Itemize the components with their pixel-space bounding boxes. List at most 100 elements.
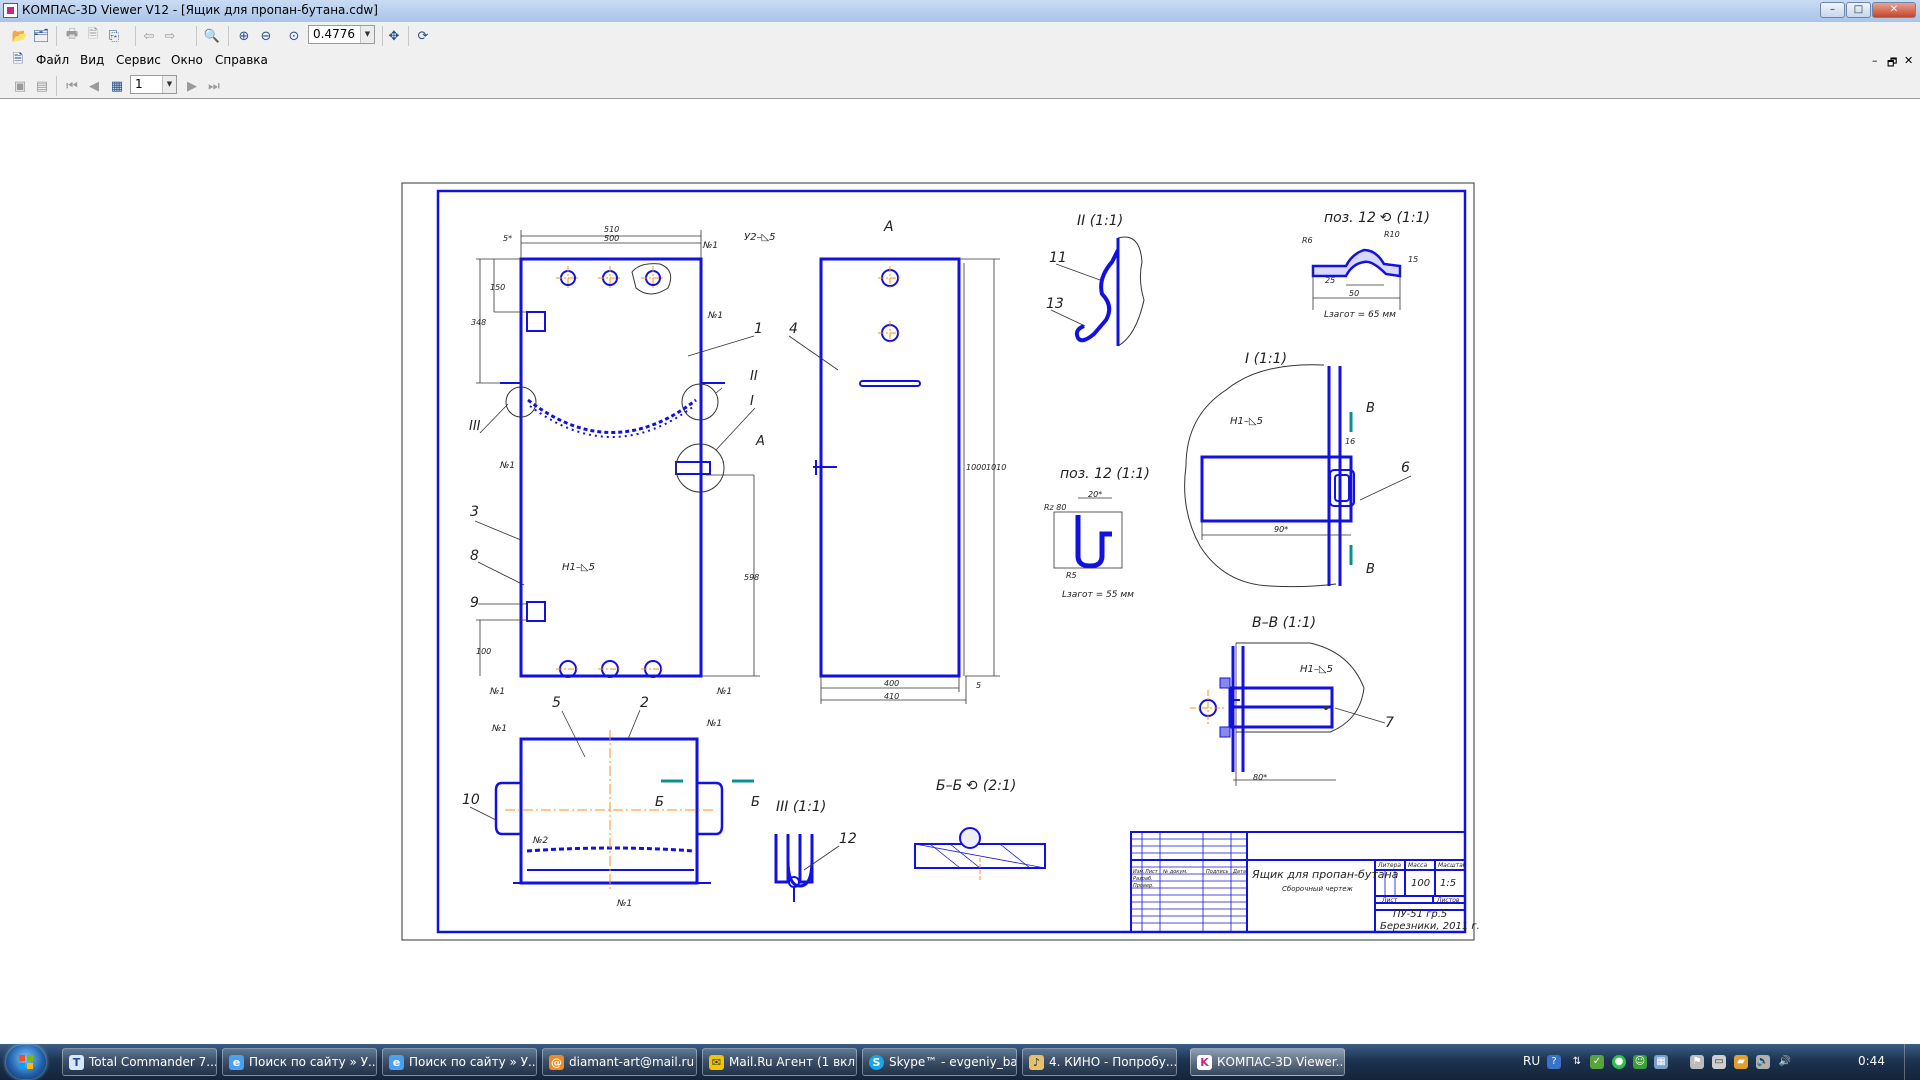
title-block-row-label: Подпись [1206, 869, 1229, 875]
dim-5-right: 5 [976, 681, 981, 690]
roman-iii: III [469, 419, 481, 434]
task-mail[interactable]: @ diamant-art@mail.ru [542, 1048, 697, 1076]
page-toolbar: ▣ ▤ ⏮ ◀ ▦ 1 ▼ ▶ ⏭ [0, 72, 1920, 99]
print-preview-icon[interactable]: 🗎 [83, 26, 103, 46]
display-icon[interactable]: ▭ [1712, 1055, 1726, 1069]
weld-mark: №1 [491, 724, 507, 734]
task-label: Mail.Ru Агент (1 вкл... [729, 1055, 857, 1069]
title-block-sheets: Листов [1436, 897, 1460, 904]
tray-app-icon[interactable]: ▦ [1654, 1055, 1668, 1069]
detail-i-label: I (1:1) [1245, 351, 1287, 367]
refresh-view-icon[interactable]: ⟳ [413, 26, 433, 46]
forward-arrow-icon[interactable]: ⇨ [160, 26, 180, 46]
menu-window[interactable]: Окно [171, 53, 203, 67]
task-mail-agent[interactable]: ✉ Mail.Ru Агент (1 вкл... [702, 1048, 857, 1076]
drawing-canvas[interactable]: А II (1:1) I (1:1) III (1:1) поз. 12 ⟲ (… [0, 99, 1920, 1031]
zoom-out-icon[interactable]: ⊖ [256, 26, 276, 46]
dim-50: 50 [1349, 289, 1359, 298]
menu-service[interactable]: Сервис [116, 53, 161, 67]
network-icon[interactable]: ⇅ [1570, 1055, 1584, 1069]
volume-icon[interactable]: 🔊 [1778, 1055, 1792, 1069]
skype-icon: S [869, 1055, 884, 1070]
zoom-scale-icon[interactable]: ⊙ [284, 26, 304, 46]
dim-16: 16 [1345, 437, 1355, 446]
section-b-marker-right: Б [751, 795, 760, 810]
task-skype[interactable]: S Skype™ - evgeniy_ba... [862, 1048, 1017, 1076]
close-button[interactable]: ✕ [1872, 2, 1916, 18]
mdi-minimize-button[interactable]: – [1872, 54, 1878, 67]
tray-app-icon[interactable]: ● [1612, 1055, 1626, 1069]
section-v-marker-bottom: В [1366, 562, 1375, 577]
language-indicator[interactable]: RU [1523, 1054, 1540, 1068]
task-label: Total Commander 7.... [89, 1055, 217, 1069]
layers-icon[interactable]: ▤ [32, 76, 52, 96]
open-file-icon[interactable]: 📂 [10, 26, 30, 46]
maximize-button[interactable]: □ [1846, 2, 1871, 18]
dim-r6: R6 [1302, 236, 1313, 245]
help-icon[interactable]: ? [1547, 1055, 1561, 1069]
task-browser-search-2[interactable]: e Поиск по сайту » У... [382, 1048, 537, 1076]
weld-mark: №1 [706, 719, 722, 729]
flag-icon[interactable]: ⚑ [1690, 1055, 1704, 1069]
kompas-icon: K [1197, 1055, 1212, 1070]
weld-mark: Н1–◺5 [1230, 416, 1263, 427]
chevron-down-icon[interactable]: ▼ [162, 76, 176, 93]
task-label: Skype™ - evgeniy_ba... [889, 1055, 1017, 1069]
document-icon: 🗎 [12, 52, 24, 67]
title-block-doc-code: ПУ-51 гр.5 [1393, 909, 1447, 920]
back-arrow-icon[interactable]: ⇦ [139, 26, 159, 46]
callout-1: 1 [754, 321, 763, 337]
task-browser-search-1[interactable]: e Поиск по сайту » У... [222, 1048, 377, 1076]
task-total-commander[interactable]: T Total Commander 7.... [62, 1048, 217, 1076]
callout-13: 13 [1046, 296, 1064, 312]
page-setup-icon[interactable]: ⎘ [104, 26, 124, 46]
weld-mark: №1 [702, 241, 718, 251]
mdi-restore-button[interactable]: 🗗 [1887, 54, 1897, 73]
tray-app-icon[interactable]: ☺ [1633, 1055, 1647, 1069]
print-icon[interactable]: 🖶 [62, 26, 82, 46]
mail-agent-icon: ✉ [709, 1055, 724, 1070]
volume-mute-icon[interactable]: 🔈 [1756, 1055, 1770, 1069]
kompas-app-icon[interactable] [3, 3, 18, 18]
menu-view[interactable]: Вид [80, 53, 104, 67]
dim-410: 410 [884, 692, 899, 701]
chevron-down-icon[interactable]: ▼ [360, 26, 374, 43]
last-page-icon[interactable]: ⏭ [204, 76, 224, 96]
mdi-close-button[interactable]: ✕ [1904, 54, 1913, 67]
total-commander-icon: T [69, 1055, 84, 1070]
zoom-scale-combo[interactable]: 0.4776 ▼ [308, 25, 375, 44]
title-block-row-label: Провер. [1133, 883, 1154, 889]
callout-12: 12 [839, 831, 857, 847]
tray-app-icon[interactable]: ▰ [1734, 1055, 1748, 1069]
title-block-row-label: Разраб. [1133, 876, 1153, 882]
weld-mark: Н1–◺5 [1300, 664, 1333, 675]
task-media[interactable]: ♪ 4. КИНО - Попробу... [1022, 1048, 1177, 1076]
title-block-mass: 100 [1411, 878, 1430, 889]
show-desktop-button[interactable] [1904, 1044, 1920, 1080]
first-page-icon[interactable]: ⏮ [62, 76, 82, 96]
menu-file[interactable]: Файл [36, 53, 69, 67]
dim-150: 150 [490, 283, 505, 292]
open-recent-icon[interactable]: 🗂 [31, 26, 51, 46]
next-page-icon[interactable]: ▶ [182, 76, 202, 96]
pan-move-icon[interactable]: ✥ [384, 26, 404, 46]
page-list-icon[interactable]: ▦ [107, 76, 127, 96]
title-block-lit-header: Литера [1377, 862, 1401, 869]
callout-5: 5 [552, 695, 561, 711]
start-button[interactable] [6, 1045, 46, 1079]
layer-icon[interactable]: ▣ [10, 76, 30, 96]
zoom-window-icon[interactable]: 🔍 [202, 26, 222, 46]
toolbar-separator [382, 26, 383, 46]
zoom-in-icon[interactable]: ⊕ [234, 26, 254, 46]
clock[interactable]: 0:44 [1858, 1054, 1885, 1068]
tray-app-icon[interactable]: ✓ [1590, 1055, 1604, 1069]
dim-510: 510 [604, 225, 619, 234]
menu-help[interactable]: Справка [215, 53, 268, 67]
callout-3: 3 [470, 504, 479, 520]
task-kompas-viewer[interactable]: K КОМПАС-3D Viewer... [1190, 1048, 1345, 1076]
previous-page-icon[interactable]: ◀ [84, 76, 104, 96]
dim-r5: R5 [1066, 571, 1077, 580]
title-block-mass-header: Масса [1408, 862, 1427, 869]
minimize-button[interactable]: – [1820, 2, 1845, 18]
page-number-combo[interactable]: 1 ▼ [130, 75, 177, 94]
